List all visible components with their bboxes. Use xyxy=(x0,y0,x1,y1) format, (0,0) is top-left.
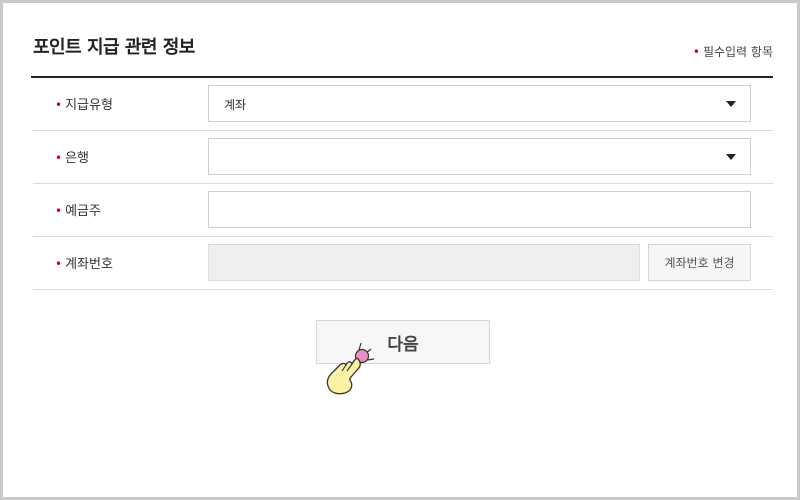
required-dot-icon: • xyxy=(692,45,700,59)
page-title: 포인트 지급 관련 정보 xyxy=(33,37,195,58)
bank-label: • 은행 xyxy=(55,147,89,166)
page-frame: 포인트 지급 관련 정보 • 필수입력 항목 • 지급유형 계좌 • 은행 • … xyxy=(0,0,800,500)
change-account-button[interactable]: 계좌번호 변경 xyxy=(648,244,751,281)
account-holder-label-text: 예금주 xyxy=(65,204,101,219)
payment-type-select[interactable]: 계좌 xyxy=(208,85,751,122)
bank-row: • 은행 xyxy=(33,131,773,184)
click-spark xyxy=(358,342,362,351)
required-dot-icon: • xyxy=(55,98,63,112)
required-dot-icon: • xyxy=(55,151,63,165)
chevron-down-icon xyxy=(726,101,736,107)
payment-form: • 지급유형 계좌 • 은행 • 예금주 • 계좌번호 계좌번호 변경 xyxy=(33,78,773,290)
payment-type-label: • 지급유형 xyxy=(55,94,113,113)
hand-shape xyxy=(326,357,361,395)
payment-type-row: • 지급유형 계좌 xyxy=(33,78,773,131)
account-holder-input[interactable] xyxy=(208,191,751,228)
bank-select[interactable] xyxy=(208,138,751,175)
account-holder-label: • 예금주 xyxy=(55,200,101,219)
account-holder-row: • 예금주 xyxy=(33,184,773,237)
account-number-input xyxy=(208,244,640,281)
bank-label-text: 은행 xyxy=(65,151,89,166)
payment-type-label-text: 지급유형 xyxy=(65,98,113,113)
required-dot-icon: • xyxy=(55,257,63,271)
required-note-text: 필수입력 항목 xyxy=(702,45,773,59)
pointing-hand-icon xyxy=(326,342,375,395)
account-number-label-text: 계좌번호 xyxy=(65,257,113,272)
required-note: • 필수입력 항목 xyxy=(693,43,773,60)
required-dot-icon: • xyxy=(55,204,63,218)
account-number-label: • 계좌번호 xyxy=(55,253,113,272)
account-number-row: • 계좌번호 계좌번호 변경 xyxy=(33,237,773,290)
chevron-down-icon xyxy=(726,154,736,160)
payment-type-value: 계좌 xyxy=(224,98,247,112)
section-header: 포인트 지급 관련 정보 • 필수입력 항목 xyxy=(31,33,773,78)
